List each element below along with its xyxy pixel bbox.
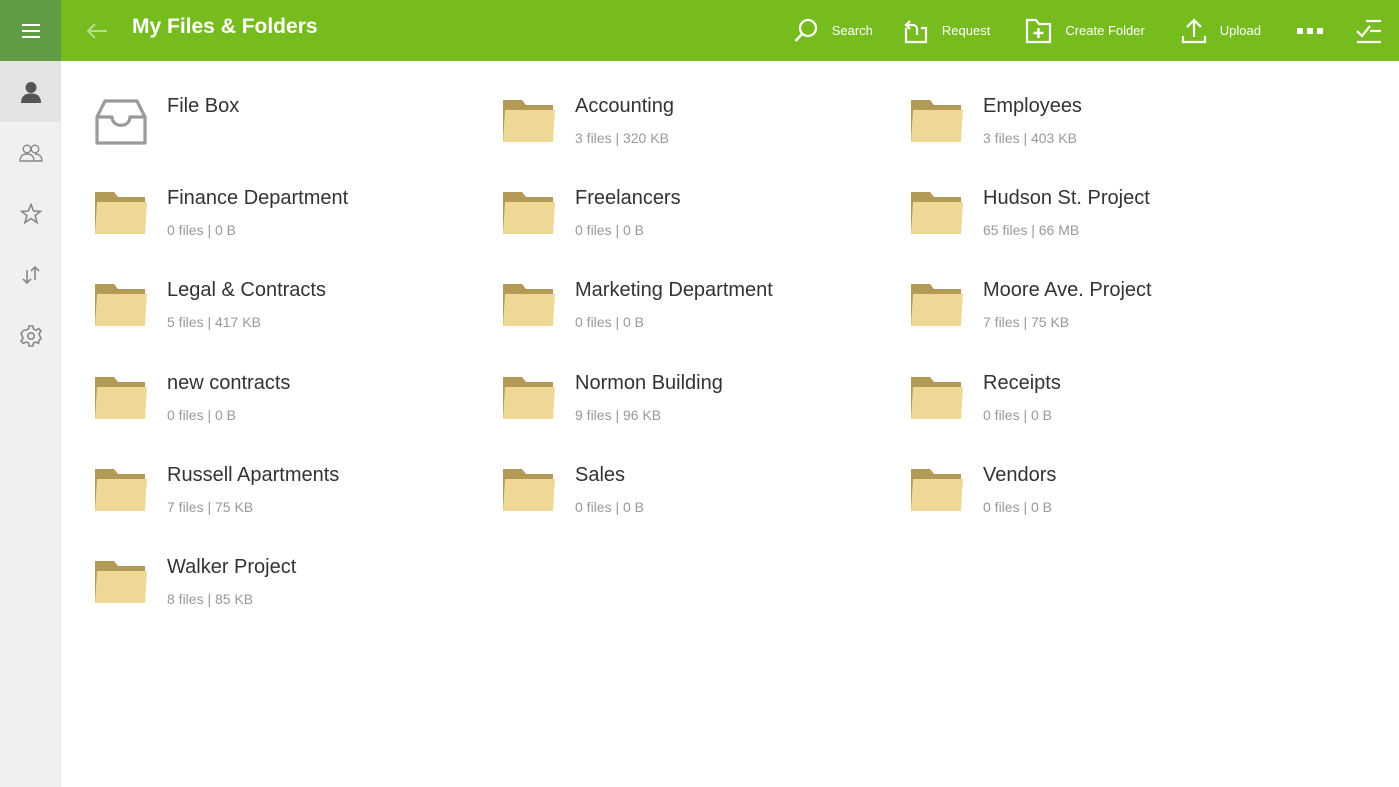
select-button[interactable] — [1355, 0, 1383, 61]
item-name: Normon Building — [575, 372, 723, 394]
folder-item[interactable]: Accounting 3 files | 320 KB — [502, 92, 882, 162]
back-button[interactable] — [84, 18, 110, 44]
folder-icon — [910, 467, 964, 515]
item-name: Sales — [575, 464, 626, 486]
item-name: File Box — [167, 95, 240, 117]
folder-item[interactable]: Receipts 0 files | 0 B — [910, 369, 1290, 439]
sidebar-item-my-files[interactable] — [0, 61, 61, 122]
folder-item[interactable]: Legal & Contracts 5 files | 417 KB — [94, 276, 474, 346]
create-folder-icon — [1025, 17, 1053, 45]
item-name: Employees — [983, 95, 1082, 117]
more-icon — [1297, 27, 1323, 34]
folder-icon — [502, 282, 556, 330]
item-name: Legal & Contracts — [167, 279, 326, 301]
transfer-arrows-icon — [21, 265, 40, 284]
folder-icon — [94, 375, 148, 423]
item-meta: 0 files | 0 B — [575, 499, 645, 515]
folder-icon — [502, 375, 556, 423]
person-icon — [20, 81, 41, 103]
item-name: Marketing Department — [575, 279, 773, 301]
item-meta: 0 files | 0 B — [983, 499, 1053, 515]
item-meta: 0 files | 0 B — [167, 222, 237, 238]
create-folder-button[interactable]: Create Folder — [1025, 0, 1145, 61]
sidebar — [0, 61, 61, 787]
folder-item[interactable]: Marketing Department 0 files | 0 B — [502, 276, 882, 346]
people-icon — [18, 144, 43, 162]
more-button[interactable] — [1297, 0, 1323, 61]
item-meta: 65 files | 66 MB — [983, 222, 1080, 238]
item-name: Finance Department — [167, 187, 349, 209]
item-name: Walker Project — [167, 556, 297, 578]
menu-button[interactable] — [0, 0, 61, 61]
file-box-item[interactable]: File Box — [94, 92, 474, 162]
folder-icon — [94, 467, 148, 515]
toolbar: Search Request Create Folder Upload — [792, 0, 1399, 61]
folder-icon — [502, 190, 556, 238]
item-meta: 7 files | 75 KB — [167, 499, 254, 515]
folder-item[interactable]: Russell Apartments 7 files | 75 KB — [94, 461, 474, 531]
item-name: Receipts — [983, 372, 1061, 394]
item-name: Russell Apartments — [167, 464, 340, 486]
search-icon — [792, 17, 820, 45]
item-name: Freelancers — [575, 187, 681, 209]
item-name: Hudson St. Project — [983, 187, 1150, 209]
top-app-bar: My Files & Folders Search Request Create… — [0, 0, 1399, 61]
folder-icon — [910, 375, 964, 423]
item-name: Accounting — [575, 95, 674, 117]
request-label: Request — [941, 23, 991, 38]
upload-button[interactable]: Upload — [1180, 0, 1261, 61]
search-button[interactable]: Search — [792, 0, 873, 61]
upload-label: Upload — [1219, 23, 1261, 38]
sidebar-item-settings[interactable] — [0, 305, 61, 366]
folder-icon — [910, 282, 964, 330]
folder-icon — [910, 190, 964, 238]
item-meta: 0 files | 0 B — [575, 314, 645, 330]
hamburger-icon — [21, 23, 40, 38]
item-meta: 0 files | 0 B — [575, 222, 645, 238]
sidebar-item-transfers[interactable] — [0, 244, 61, 305]
item-name: Vendors — [983, 464, 1057, 486]
folder-icon — [94, 282, 148, 330]
item-meta: 0 files | 0 B — [983, 407, 1053, 423]
back-arrow-icon — [86, 23, 107, 39]
search-label: Search — [831, 23, 873, 38]
folder-icon — [94, 559, 148, 607]
item-meta: 7 files | 75 KB — [983, 314, 1070, 330]
item-name: new contracts — [167, 372, 291, 394]
item-name: Moore Ave. Project — [983, 279, 1152, 301]
folder-item[interactable]: Hudson St. Project 65 files | 66 MB — [910, 184, 1290, 254]
folder-icon — [502, 467, 556, 515]
folder-item[interactable]: Moore Ave. Project 7 files | 75 KB — [910, 276, 1290, 346]
folder-icon — [502, 98, 556, 146]
folder-item[interactable]: Walker Project 8 files | 85 KB — [94, 553, 474, 623]
page-title: My Files & Folders — [132, 15, 318, 38]
sidebar-item-shared[interactable] — [0, 122, 61, 183]
folder-item[interactable]: Normon Building 9 files | 96 KB — [502, 369, 882, 439]
folder-item[interactable]: new contracts 0 files | 0 B — [94, 369, 474, 439]
item-meta: 9 files | 96 KB — [575, 407, 662, 423]
sidebar-item-favorites[interactable] — [0, 183, 61, 244]
star-icon — [19, 202, 42, 224]
folder-item[interactable]: Finance Department 0 files | 0 B — [94, 184, 474, 254]
folder-icon — [910, 98, 964, 146]
item-meta: 5 files | 417 KB — [167, 314, 261, 330]
folder-item[interactable]: Vendors 0 files | 0 B — [910, 461, 1290, 531]
file-box-icon — [94, 98, 148, 146]
folder-item[interactable]: Employees 3 files | 403 KB — [910, 92, 1290, 162]
item-meta: 3 files | 320 KB — [575, 130, 669, 146]
create-folder-label: Create Folder — [1065, 23, 1145, 38]
folder-icon — [94, 190, 148, 238]
gear-icon — [19, 324, 42, 347]
item-meta: 8 files | 85 KB — [167, 591, 254, 607]
item-meta: 0 files | 0 B — [167, 407, 237, 423]
select-checklist-icon — [1356, 19, 1381, 43]
folder-item[interactable]: Sales 0 files | 0 B — [502, 461, 882, 531]
item-meta: 3 files | 403 KB — [983, 130, 1077, 146]
folder-item[interactable]: Freelancers 0 files | 0 B — [502, 184, 882, 254]
upload-icon — [1180, 17, 1208, 45]
request-button[interactable]: Request — [902, 0, 990, 61]
request-icon — [902, 17, 930, 45]
